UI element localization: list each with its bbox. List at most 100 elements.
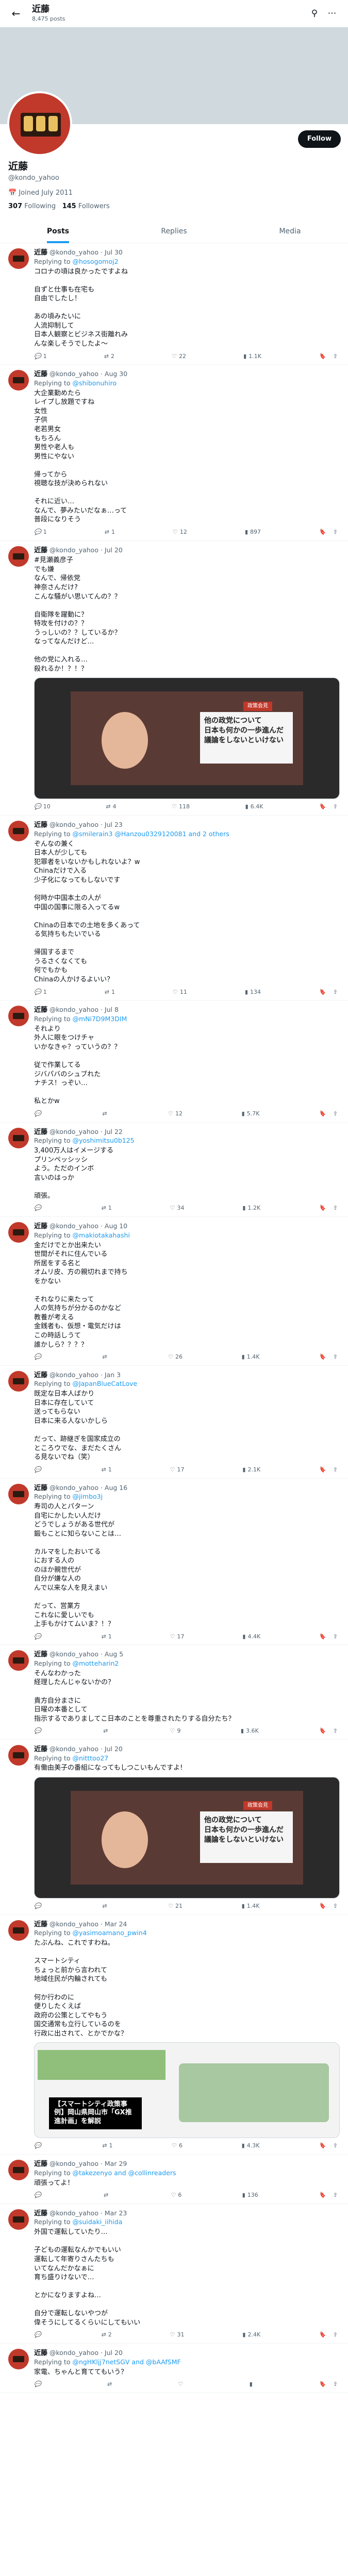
tweet[interactable]: 近藤 @kondo_yahoo · Jul 20 Replying to @nit… [0, 1740, 348, 1915]
tweet-author[interactable]: 近藤 [34, 1651, 47, 1658]
reply-action[interactable]: 💬 [34, 2192, 43, 2199]
retweet-action[interactable]: ⇄ [103, 1727, 110, 1735]
reply-action[interactable]: 💬 [34, 1903, 43, 1910]
share-icon[interactable]: ⇪ [333, 2331, 338, 2339]
reply-action[interactable]: 💬 [34, 2331, 43, 2339]
views-action[interactable]: ▮ 3.6K [241, 1727, 259, 1735]
tweet[interactable]: 近藤 @kondo_yahoo · Mar 23 Replying to @sui… [0, 2204, 348, 2344]
tweet[interactable]: 近藤 @kondo_yahoo · Jul 20 Replying to @ngH… [0, 2344, 348, 2394]
tweet[interactable]: 近藤 @kondo_yahoo · Jul 22 Replying to @yos… [0, 1123, 348, 1217]
like-action[interactable]: ♡ 6 [171, 2192, 182, 2199]
tweet-avatar[interactable] [8, 2160, 29, 2181]
tweet-image[interactable]: 政策会見 他の政党について 日本も何かの一歩進んだ 議論をしないといけない [34, 677, 340, 800]
tweet-image[interactable]: 政策会見 他の政党について 日本も何かの一歩進んだ 議論をしないといけない [34, 1776, 340, 1899]
reply-action[interactable]: 💬 [34, 1110, 43, 1118]
retweet-action[interactable]: ⇄ 2 [102, 2331, 112, 2339]
reply-action[interactable]: 💬 1 [34, 353, 47, 361]
bookmark-icon[interactable]: 🔖 [319, 1633, 326, 1641]
share-icon[interactable]: ⇪ [333, 2381, 338, 2388]
like-action[interactable]: ♡ 17 [170, 1633, 185, 1641]
tweet-author[interactable]: 近藤 [34, 2160, 47, 2168]
tweet[interactable]: 近藤 @kondo_yahoo · Jul 8 Replying to @mNi7… [0, 1001, 348, 1123]
reply-action[interactable]: 💬 [34, 1466, 43, 1474]
reply-action[interactable]: 💬 [34, 2381, 43, 2388]
tweet[interactable]: 近藤 @kondo_yahoo · Aug 16 Replying to @jim… [0, 1479, 348, 1646]
search-icon[interactable]: ⚲ [306, 5, 323, 22]
share-icon[interactable]: ⇪ [333, 529, 338, 536]
followers-count[interactable]: 145 [62, 202, 76, 210]
tweet-avatar[interactable] [8, 1920, 29, 1941]
retweet-action[interactable]: ⇄ [102, 1353, 109, 1361]
reply-mention[interactable]: @takezenyo and @collinreaders [72, 2169, 176, 2177]
more-icon[interactable]: ⋯ [323, 5, 341, 22]
share-icon[interactable]: ⇪ [333, 2142, 338, 2150]
views-action[interactable]: ▮ 1.4K [242, 1353, 260, 1361]
views-action[interactable]: ▮ 5.7K [242, 1110, 260, 1118]
retweet-action[interactable]: ⇄ 1 [102, 1633, 112, 1641]
like-action[interactable]: ♡ 118 [172, 803, 190, 811]
tweet[interactable]: 近藤 @kondo_yahoo · Jan 3 Replying to @Japa… [0, 1366, 348, 1479]
reply-action[interactable]: 💬 [34, 1353, 43, 1361]
like-action[interactable]: ♡ [178, 2381, 186, 2388]
share-icon[interactable]: ⇪ [333, 2192, 338, 2199]
tweet-avatar[interactable] [8, 2209, 29, 2230]
reply-mention[interactable]: @smilerain3 @Hanzou0329120081 and 2 othe… [72, 830, 229, 838]
views-action[interactable]: ▮ 2.4K [242, 2331, 260, 2339]
share-icon[interactable]: ⇪ [333, 1466, 338, 1474]
tweet-avatar[interactable] [8, 370, 29, 391]
reply-action[interactable]: 💬 [34, 1727, 43, 1735]
views-action[interactable]: ▮ 4.4K [242, 1633, 260, 1641]
tab-posts[interactable]: Posts [0, 219, 116, 244]
tweet-author[interactable]: 近藤 [34, 1128, 47, 1136]
tweet-avatar[interactable] [8, 546, 29, 567]
retweet-action[interactable]: ⇄ 1 [102, 1205, 112, 1212]
following-label[interactable]: Following [24, 202, 56, 210]
bookmark-icon[interactable]: 🔖 [319, 2381, 326, 2388]
retweet-action[interactable]: ⇄ [102, 1903, 109, 1910]
reply-action[interactable]: 💬 10 [34, 803, 51, 811]
views-action[interactable]: ▮ 1.2K [242, 1205, 260, 1212]
share-icon[interactable]: ⇪ [333, 1205, 338, 1212]
tweet[interactable]: 近藤 @kondo_yahoo · Mar 24 Replying to @yas… [0, 1915, 348, 2155]
tweet[interactable]: 近藤 @kondo_yahoo · Jul 30 Replying to @hos… [0, 243, 348, 365]
tweet[interactable]: 近藤 @kondo_yahoo · Jul 23 Replying to @smi… [0, 816, 348, 1001]
bookmark-icon[interactable]: 🔖 [319, 1353, 326, 1361]
share-icon[interactable]: ⇪ [333, 1633, 338, 1641]
bookmark-icon[interactable]: 🔖 [319, 529, 326, 536]
reply-mention[interactable]: @ngHKljj7netSGV and @bAAfSMF [72, 2358, 180, 2366]
tweet[interactable]: 近藤 @kondo_yahoo · Jul 20 #見瀬義彦子 でも嫌 なんで、帰… [0, 541, 348, 816]
tweet-avatar[interactable] [8, 821, 29, 842]
tweet-author[interactable]: 近藤 [34, 370, 47, 378]
reply-action[interactable]: 💬 1 [34, 989, 47, 996]
bookmark-icon[interactable]: 🔖 [319, 2192, 326, 2199]
share-icon[interactable]: ⇪ [333, 989, 338, 996]
views-action[interactable]: ▮ 2.1K [242, 1466, 260, 1474]
tweet[interactable]: 近藤 @kondo_yahoo · Mar 29 Replying to @tak… [0, 2155, 348, 2204]
like-action[interactable]: ♡ 26 [168, 1353, 183, 1361]
reply-mention[interactable]: @motteharin2 [72, 1659, 119, 1667]
like-action[interactable]: ♡ 21 [168, 1903, 183, 1910]
tweet-author[interactable]: 近藤 [34, 1223, 47, 1230]
retweet-action[interactable]: ⇄ 2 [104, 353, 114, 361]
reply-mention[interactable]: @yasimoamano_pwin4 [72, 1929, 146, 1937]
reply-mention[interactable]: @yoshimitsu0b125 [72, 1137, 134, 1144]
bookmark-icon[interactable]: 🔖 [319, 2142, 326, 2150]
like-action[interactable]: ♡ 12 [173, 529, 187, 536]
tweet-avatar[interactable] [8, 2349, 29, 2370]
reply-mention[interactable]: @JapanBlueCatLove [72, 1380, 137, 1387]
link-card[interactable]: 【スマートシティ政策事例】岡山県岡山市「GX推進計画」を解説 [34, 2042, 340, 2139]
like-action[interactable]: ♡ 6 [172, 2142, 183, 2150]
retweet-action[interactable]: ⇄ 1 [102, 1466, 112, 1474]
reply-mention[interactable]: @mNi7D9M3DIM [72, 1015, 127, 1023]
tweet-avatar[interactable] [8, 1127, 29, 1148]
tweet[interactable]: 近藤 @kondo_yahoo · Aug 10 Replying to @mak… [0, 1217, 348, 1366]
share-icon[interactable]: ⇪ [333, 803, 338, 811]
share-icon[interactable]: ⇪ [333, 1353, 338, 1361]
followers-label[interactable]: Followers [78, 202, 110, 210]
like-action[interactable]: ♡ 31 [170, 2331, 185, 2339]
tweet-avatar[interactable] [8, 248, 29, 269]
reply-action[interactable]: 💬 [34, 1205, 43, 1212]
views-action[interactable]: ▮ 136 [242, 2192, 258, 2199]
retweet-action[interactable]: ⇄ 1 [102, 2142, 112, 2150]
retweet-action[interactable]: ⇄ [104, 2192, 110, 2199]
